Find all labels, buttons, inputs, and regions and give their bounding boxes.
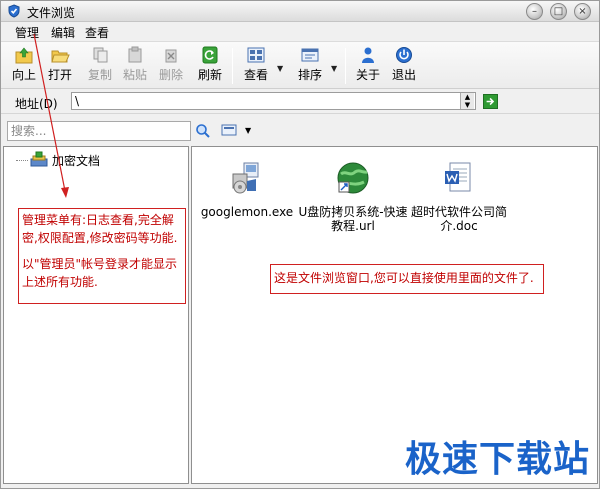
file-item[interactable]: googlemon.exe (192, 161, 302, 219)
delete-icon (165, 49, 177, 63)
copy-icon (93, 47, 108, 63)
copy-button[interactable]: 复制 (85, 46, 115, 86)
file-item[interactable]: U盘防拷贝系统-快速教程.url (298, 161, 408, 233)
file-browser-window: 文件浏览 – □ × 管理 编辑 查看 向上 打开 复制 粘贴 删除 刷新 查看… (0, 0, 600, 489)
maximize-button[interactable]: □ (550, 3, 567, 20)
power-icon (396, 47, 412, 63)
installer-icon (232, 162, 259, 194)
paste-icon (128, 46, 142, 63)
go-arrow-icon[interactable] (483, 94, 498, 109)
menu-annotation-line2: 以"管理员"帐号登录才能显示上述所有功能. (22, 257, 178, 289)
search-input[interactable]: 搜索... (7, 121, 191, 141)
refresh-button[interactable]: 刷新 (195, 46, 225, 86)
search-bar: 搜索... ▼ (1, 115, 599, 145)
delete-button[interactable]: 删除 (156, 46, 186, 86)
menu-view[interactable]: 查看 (85, 24, 109, 41)
view-dropdown-arrow-icon[interactable]: ▼ (277, 64, 283, 73)
close-button[interactable]: × (574, 3, 591, 20)
view-mode-icon[interactable] (221, 124, 237, 136)
doc-icon (445, 162, 471, 192)
view-button[interactable]: 查看 (241, 46, 271, 86)
toolbar-separator (345, 48, 346, 84)
menu-annotation-box: 管理菜单有:日志查看,完全解密,权限配置,修改密码等功能. 以"管理员"帐号登录… (18, 208, 186, 304)
view-mode-dropdown-icon[interactable]: ▼ (245, 126, 251, 135)
url-icon (337, 162, 369, 194)
folder-up-icon (15, 47, 33, 64)
paste-button[interactable]: 粘贴 (120, 46, 150, 86)
watermark-logo: 极速下载站 (405, 439, 591, 480)
sort-dropdown-arrow-icon[interactable]: ▼ (331, 64, 337, 73)
file-item[interactable]: 超时代软件公司简介.doc (404, 161, 514, 233)
search-icon[interactable] (195, 123, 211, 139)
user-info-icon (362, 47, 374, 63)
open-folder-icon (51, 50, 70, 63)
refresh-icon (202, 46, 218, 64)
window-annotation-box: 这是文件浏览窗口,您可以直接使用里面的文件了. (270, 264, 544, 294)
open-button[interactable]: 打开 (45, 46, 75, 86)
sort-icon (301, 48, 319, 62)
menu-annotation-line1: 管理菜单有:日志查看,完全解密,权限配置,修改密码等功能. (22, 213, 178, 245)
menu-edit[interactable]: 编辑 (51, 24, 75, 41)
exit-button[interactable]: 退出 (389, 46, 419, 86)
title-bar: 文件浏览 – □ × (1, 1, 599, 22)
about-button[interactable]: 关于 (353, 46, 383, 86)
address-bar: 地址(D) \ ▲ ▼ (1, 90, 599, 114)
menu-manage[interactable]: 管理 (15, 24, 39, 41)
minimize-button[interactable]: – (526, 3, 543, 20)
address-input[interactable]: \ (71, 92, 476, 110)
address-spin-icon[interactable]: ▲ ▼ (460, 93, 474, 109)
encrypted-folder-icon (30, 151, 48, 167)
shield-app-icon (8, 4, 20, 18)
menu-bar: 管理 编辑 查看 (1, 22, 599, 41)
toolbar-separator (232, 48, 233, 84)
sort-button[interactable]: 排序 (295, 46, 325, 86)
view-grid-icon (247, 47, 265, 63)
up-button[interactable]: 向上 (9, 46, 39, 86)
window-title: 文件浏览 (27, 6, 76, 20)
address-label: 地址(D) (15, 97, 58, 111)
folder-tree-pane: 加密文档 管理菜单有:日志查看,完全解密,权限配置,修改密码等功能. 以"管理员… (3, 146, 189, 484)
tree-connector (16, 160, 28, 161)
toolbar: 向上 打开 复制 粘贴 删除 刷新 查看 ▼ 排序 ▼ 关于 退出 (1, 41, 599, 89)
